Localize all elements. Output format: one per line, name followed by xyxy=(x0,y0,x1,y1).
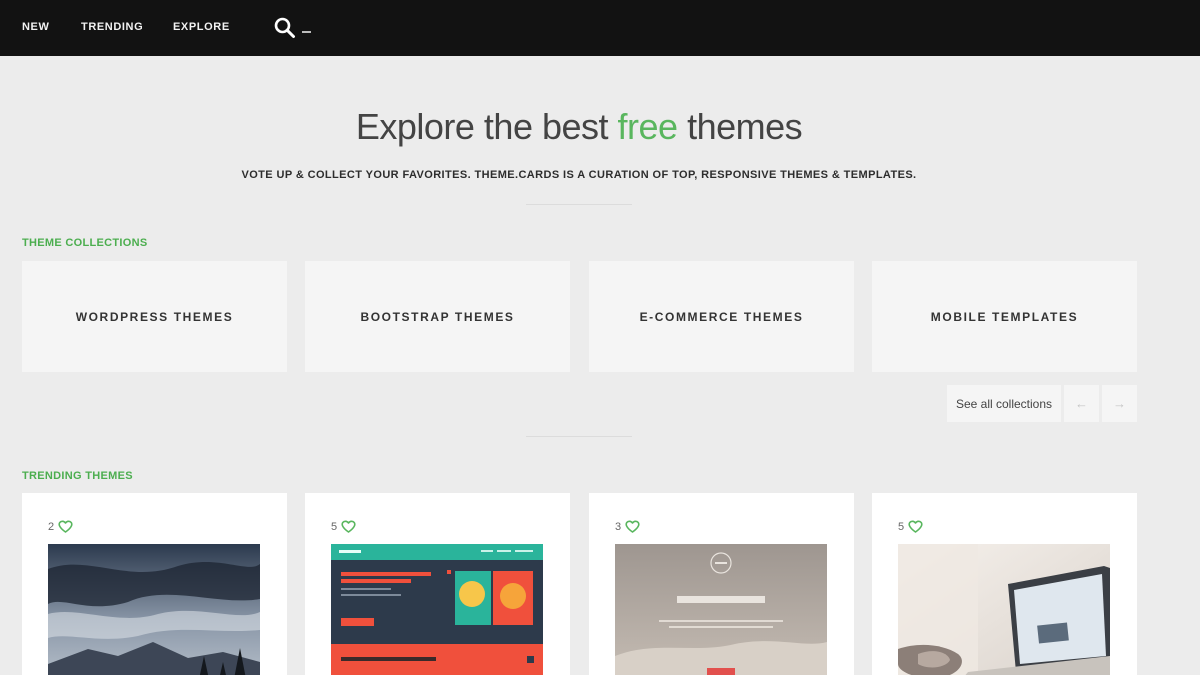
title-accent-word: free xyxy=(617,106,679,147)
section-divider xyxy=(526,436,632,437)
collection-card-label: E-COMMERCE THEMES xyxy=(639,309,804,324)
collection-card-mobile[interactable]: MOBILE TEMPLATES xyxy=(872,261,1137,372)
heart-icon xyxy=(908,520,923,533)
theme-card[interactable]: 5 xyxy=(305,493,570,675)
page-title: Explore the best free themes xyxy=(0,106,1158,148)
collection-card-wordpress[interactable]: WORDPRESS THEMES xyxy=(22,261,287,372)
search-input[interactable] xyxy=(274,17,318,39)
trending-heading: TRENDING THEMES xyxy=(22,470,133,482)
search-icon[interactable] xyxy=(274,17,296,39)
like-button[interactable]: 5 xyxy=(898,520,923,533)
theme-thumbnail-laptop[interactable] xyxy=(898,544,1110,675)
hero-divider xyxy=(526,204,632,205)
heart-icon xyxy=(58,520,73,533)
theme-thumbnail-city[interactable] xyxy=(615,544,827,675)
search-caret xyxy=(302,31,311,33)
next-collections-button[interactable]: → xyxy=(1102,385,1137,422)
collection-card-label: BOOTSTRAP THEMES xyxy=(360,309,515,324)
like-count: 5 xyxy=(898,520,905,533)
collection-card-bootstrap[interactable]: BOOTSTRAP THEMES xyxy=(305,261,570,372)
collection-card-label: MOBILE TEMPLATES xyxy=(930,309,1079,324)
theme-card[interactable]: 5 xyxy=(872,493,1137,675)
arrow-left-icon: ← xyxy=(1075,396,1088,411)
collection-card-ecommerce[interactable]: E-COMMERCE THEMES xyxy=(589,261,854,372)
title-text-end: themes xyxy=(677,106,803,147)
theme-card[interactable]: 2 xyxy=(22,493,287,675)
arrow-right-icon: → xyxy=(1113,396,1126,411)
title-text-start: Explore the best xyxy=(355,106,618,147)
heart-icon xyxy=(341,520,356,533)
heart-icon xyxy=(625,520,640,533)
page-subtitle: VOTE UP & COLLECT YOUR FAVORITES. THEME.… xyxy=(241,169,917,181)
like-count: 3 xyxy=(615,520,622,533)
nav-link-new[interactable]: NEW xyxy=(22,21,49,33)
theme-thumbnail-mountains[interactable] xyxy=(48,544,260,675)
theme-card[interactable]: 3 xyxy=(589,493,854,675)
collection-card-label: WORDPRESS THEMES xyxy=(75,309,234,324)
like-count: 2 xyxy=(48,520,55,533)
nav-link-trending[interactable]: TRENDING xyxy=(81,21,143,33)
see-all-collections-button[interactable]: See all collections xyxy=(947,385,1061,422)
collections-heading: THEME COLLECTIONS xyxy=(22,237,148,249)
like-button[interactable]: 5 xyxy=(331,520,356,533)
prev-collections-button[interactable]: ← xyxy=(1064,385,1099,422)
theme-thumbnail-blog[interactable] xyxy=(331,544,543,675)
like-button[interactable]: 3 xyxy=(615,520,640,533)
like-count: 5 xyxy=(331,520,338,533)
top-navbar: NEW TRENDING EXPLORE xyxy=(0,0,1200,56)
like-button[interactable]: 2 xyxy=(48,520,73,533)
nav-link-explore[interactable]: EXPLORE xyxy=(173,21,230,33)
